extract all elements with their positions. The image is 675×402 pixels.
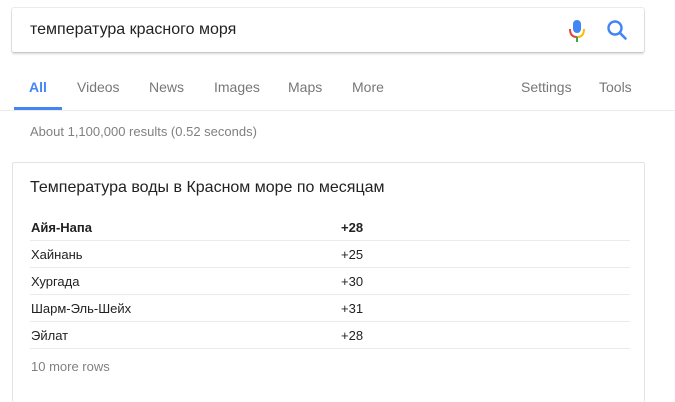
city-cell: Айя-Напа (30, 214, 341, 241)
featured-snippet-card: Температура воды в Красном море по месяц… (12, 162, 645, 402)
city-cell: Эйлат (30, 321, 341, 349)
table-row: Шарм-Эль-Шейх +31 (30, 294, 630, 322)
table-row: Айя-Напа +28 (30, 214, 630, 241)
temp-cell: +31 (341, 294, 630, 322)
search-input[interactable] (30, 8, 550, 52)
city-cell: Хайнань (30, 240, 341, 268)
table-row: Эйлат +28 (30, 321, 630, 349)
tab-videos[interactable]: Videos (77, 72, 120, 108)
card-title: Температура воды в Красном море по месяц… (30, 179, 385, 196)
mic-icon[interactable] (568, 19, 586, 43)
temp-cell: +28 (341, 321, 630, 349)
search-icon[interactable] (606, 19, 628, 41)
tab-images[interactable]: Images (214, 72, 260, 108)
result-stats: About 1,100,000 results (0.52 seconds) (30, 124, 257, 139)
more-rows-link[interactable]: 10 more rows (31, 359, 110, 374)
water-temperature-table: Айя-Напа +28 Хайнань +25 Хургада +30 Шар… (30, 214, 630, 349)
temp-cell: +28 (341, 214, 630, 241)
tab-all[interactable]: All (14, 72, 62, 110)
table-row: Хургада +30 (30, 267, 630, 295)
search-box[interactable] (12, 8, 644, 52)
tab-more[interactable]: More (352, 72, 384, 108)
city-cell: Хургада (30, 267, 341, 295)
temp-cell: +25 (341, 240, 630, 268)
tab-tools[interactable]: Tools (599, 72, 632, 108)
table-row: Хайнань +25 (30, 240, 630, 268)
search-tabs: All Videos News Images Maps More Setting… (0, 72, 675, 111)
tab-news[interactable]: News (149, 72, 184, 108)
temp-cell: +30 (341, 267, 630, 295)
tab-maps[interactable]: Maps (288, 72, 322, 108)
city-cell: Шарм-Эль-Шейх (30, 294, 341, 322)
tab-settings[interactable]: Settings (521, 72, 572, 108)
